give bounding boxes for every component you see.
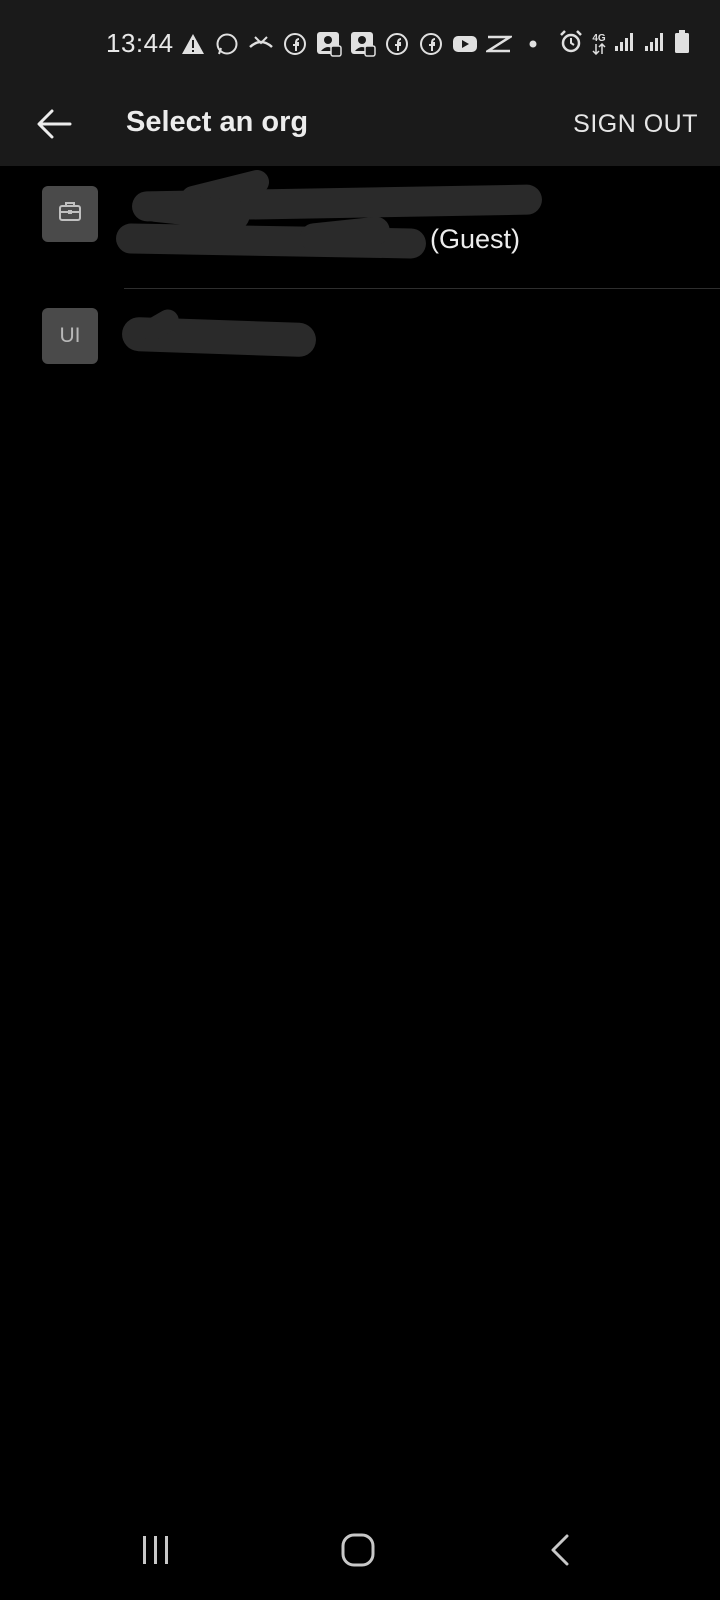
status-bar: 13:44 4G <box>0 0 720 88</box>
arrow-back-icon <box>36 109 72 144</box>
youtube-icon <box>452 31 478 57</box>
battery-icon <box>674 29 690 59</box>
facebook-icon <box>282 31 308 57</box>
briefcase-icon <box>58 200 82 228</box>
org-list-item[interactable]: (Guest) <box>0 166 720 290</box>
recent-apps-icon <box>140 1535 172 1570</box>
list-divider <box>124 288 720 289</box>
sign-out-button[interactable]: SIGN OUT <box>573 102 698 146</box>
system-back-button[interactable] <box>520 1524 600 1580</box>
system-status-icons: 4G <box>558 29 690 60</box>
chevron-left-icon <box>550 1534 570 1571</box>
home-icon <box>341 1533 375 1572</box>
whatsapp-icon <box>214 31 240 57</box>
app-bar: Select an org SIGN OUT <box>0 88 720 166</box>
org-avatar <box>42 186 98 242</box>
network-label: 4G <box>592 32 606 44</box>
signal-icon <box>644 31 666 58</box>
alarm-icon <box>558 29 584 60</box>
org-name-guest-label: (Guest) <box>430 224 521 254</box>
back-button[interactable] <box>24 96 84 156</box>
status-time: 13:44 <box>106 28 174 58</box>
page-title: Select an org <box>126 106 309 138</box>
system-navigation-bar <box>0 1504 720 1600</box>
home-button[interactable] <box>318 1524 398 1580</box>
recent-apps-button[interactable] <box>116 1524 196 1580</box>
notification-icons <box>180 30 546 58</box>
capcut-icon <box>486 31 512 57</box>
facebook-icon <box>384 31 410 57</box>
network-4g-icon: 4G <box>592 32 606 55</box>
dot-icon <box>520 31 546 57</box>
warning-icon <box>180 31 206 57</box>
facebook-contact-icon <box>350 31 376 57</box>
facebook-contact-icon <box>316 31 342 57</box>
facebook-icon <box>418 31 444 57</box>
signal-icon <box>614 31 636 58</box>
org-avatar: UI <box>42 308 98 364</box>
org-list-item[interactable]: UI <box>0 290 720 414</box>
missed-call-icon <box>248 31 274 57</box>
